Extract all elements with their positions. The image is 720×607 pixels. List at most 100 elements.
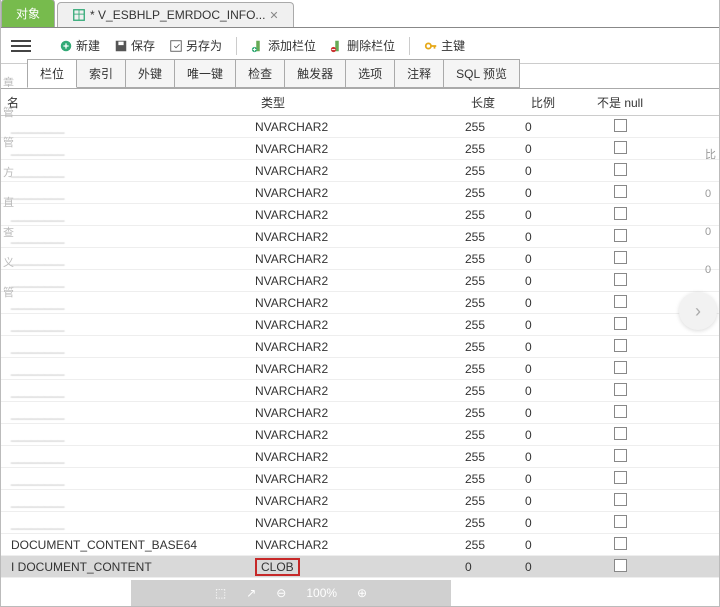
cell-len[interactable]: 255: [465, 120, 525, 134]
checkbox[interactable]: [614, 229, 627, 242]
cell-type[interactable]: NVARCHAR2: [255, 406, 465, 420]
cell-name[interactable]: ________: [1, 296, 255, 310]
table-row[interactable]: ________NVARCHAR22550: [1, 226, 719, 248]
checkbox[interactable]: [614, 559, 627, 572]
cell-len[interactable]: 255: [465, 274, 525, 288]
checkbox[interactable]: [614, 141, 627, 154]
col-name[interactable]: 名: [1, 94, 255, 111]
table-row[interactable]: ________NVARCHAR22550: [1, 204, 719, 226]
table-row[interactable]: ________NVARCHAR22550: [1, 138, 719, 160]
cell-scale[interactable]: 0: [525, 406, 585, 420]
cell-type[interactable]: NVARCHAR2: [255, 186, 465, 200]
checkbox[interactable]: [614, 361, 627, 374]
cell-scale[interactable]: 0: [525, 472, 585, 486]
cell-type[interactable]: NVARCHAR2: [255, 362, 465, 376]
cell-len[interactable]: 255: [465, 362, 525, 376]
sub-tab-2[interactable]: 外键: [125, 59, 175, 88]
sub-tab-3[interactable]: 唯一键: [174, 59, 236, 88]
table-row[interactable]: ________NVARCHAR22550: [1, 446, 719, 468]
addcol-button[interactable]: 添加栏位: [247, 34, 320, 57]
cell-type[interactable]: NVARCHAR2: [255, 538, 465, 552]
cell-scale[interactable]: 0: [525, 494, 585, 508]
cell-scale[interactable]: 0: [525, 384, 585, 398]
cell-notnull[interactable]: [585, 339, 655, 355]
sub-tab-7[interactable]: 注释: [394, 59, 444, 88]
cell-len[interactable]: 255: [465, 406, 525, 420]
cell-name[interactable]: ________: [1, 340, 255, 354]
cell-len[interactable]: 255: [465, 384, 525, 398]
sub-tab-5[interactable]: 触发器: [284, 59, 346, 88]
table-row[interactable]: ________NVARCHAR22550: [1, 292, 719, 314]
checkbox[interactable]: [614, 471, 627, 484]
cell-notnull[interactable]: [585, 251, 655, 267]
cell-len[interactable]: 255: [465, 142, 525, 156]
cell-type[interactable]: NVARCHAR2: [255, 230, 465, 244]
cell-scale[interactable]: 0: [525, 538, 585, 552]
cell-notnull[interactable]: [585, 361, 655, 377]
table-row[interactable]: ________NVARCHAR22550: [1, 160, 719, 182]
table-row[interactable]: ________NVARCHAR22550: [1, 270, 719, 292]
cell-len[interactable]: 255: [465, 318, 525, 332]
cell-type[interactable]: NVARCHAR2: [255, 208, 465, 222]
cell-name[interactable]: ________: [1, 142, 255, 156]
saveas-button[interactable]: 另存为: [165, 34, 226, 57]
checkbox[interactable]: [614, 207, 627, 220]
cell-notnull[interactable]: [585, 141, 655, 157]
cell-len[interactable]: 255: [465, 186, 525, 200]
cell-notnull[interactable]: [585, 229, 655, 245]
cell-type[interactable]: NVARCHAR2: [255, 472, 465, 486]
delcol-button[interactable]: 删除栏位: [326, 34, 399, 57]
cell-scale[interactable]: 0: [525, 516, 585, 530]
checkbox[interactable]: [614, 515, 627, 528]
sub-tab-0[interactable]: 栏位: [27, 59, 77, 88]
cell-len[interactable]: 255: [465, 516, 525, 530]
cell-scale[interactable]: 0: [525, 252, 585, 266]
cell-notnull[interactable]: [585, 405, 655, 421]
cell-name[interactable]: ________: [1, 384, 255, 398]
col-len[interactable]: 长度: [465, 94, 525, 111]
cell-type[interactable]: NVARCHAR2: [255, 252, 465, 266]
table-row[interactable]: ________NVARCHAR22550: [1, 402, 719, 424]
cell-scale[interactable]: 0: [525, 208, 585, 222]
col-notnull[interactable]: 不是 null: [585, 94, 655, 111]
table-row[interactable]: ________NVARCHAR22550: [1, 314, 719, 336]
save-button[interactable]: 保存: [110, 34, 159, 57]
cell-scale[interactable]: 0: [525, 318, 585, 332]
cell-scale[interactable]: 0: [525, 428, 585, 442]
cell-len[interactable]: 255: [465, 472, 525, 486]
cell-name[interactable]: ________: [1, 164, 255, 178]
cell-len[interactable]: 255: [465, 164, 525, 178]
tab-object[interactable]: 对象: [1, 0, 55, 27]
cell-name[interactable]: ________: [1, 274, 255, 288]
cell-notnull[interactable]: [585, 537, 655, 553]
checkbox[interactable]: [614, 119, 627, 132]
cell-name[interactable]: ________: [1, 186, 255, 200]
checkbox[interactable]: [614, 427, 627, 440]
cell-name[interactable]: ________: [1, 494, 255, 508]
cell-len[interactable]: 0: [465, 560, 525, 574]
sub-tab-1[interactable]: 索引: [76, 59, 126, 88]
sub-tab-4[interactable]: 检查: [235, 59, 285, 88]
cell-type[interactable]: NVARCHAR2: [255, 340, 465, 354]
cell-notnull[interactable]: [585, 119, 655, 135]
cell-len[interactable]: 255: [465, 296, 525, 310]
sub-tab-6[interactable]: 选项: [345, 59, 395, 88]
table-row[interactable]: ________NVARCHAR22550: [1, 424, 719, 446]
cell-notnull[interactable]: [585, 383, 655, 399]
cell-len[interactable]: 255: [465, 230, 525, 244]
close-icon[interactable]: ✕: [269, 9, 278, 22]
checkbox[interactable]: [614, 383, 627, 396]
cell-notnull[interactable]: [585, 185, 655, 201]
cell-type[interactable]: NVARCHAR2: [255, 164, 465, 178]
cell-type[interactable]: CLOB: [255, 558, 465, 576]
table-row[interactable]: ________NVARCHAR22550: [1, 380, 719, 402]
checkbox[interactable]: [614, 295, 627, 308]
cell-type[interactable]: NVARCHAR2: [255, 384, 465, 398]
checkbox[interactable]: [614, 405, 627, 418]
cell-scale[interactable]: 0: [525, 142, 585, 156]
cell-scale[interactable]: 0: [525, 164, 585, 178]
cell-type[interactable]: NVARCHAR2: [255, 428, 465, 442]
cell-scale[interactable]: 0: [525, 560, 585, 574]
table-row[interactable]: ________NVARCHAR22550: [1, 468, 719, 490]
table-row[interactable]: I DOCUMENT_CONTENTCLOB00: [1, 556, 719, 578]
